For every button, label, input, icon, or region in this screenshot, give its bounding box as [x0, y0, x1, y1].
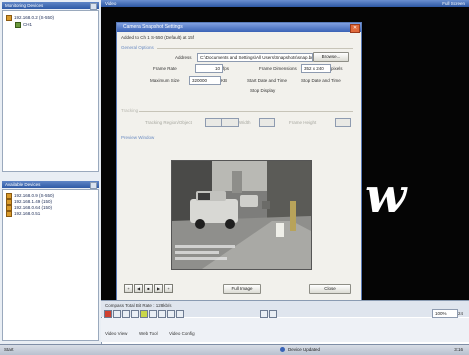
device-icon	[6, 15, 12, 21]
pause-icon[interactable]	[131, 310, 139, 318]
fullscreen-label[interactable]: Full Screen	[442, 0, 465, 7]
speaker-icon[interactable]	[269, 310, 277, 318]
available-pane-title: Available Devices	[2, 181, 99, 189]
list-item-label: 192.168.0.51	[14, 211, 41, 217]
layout-icon[interactable]	[167, 310, 175, 318]
left-panel: Monitoring Devices 192.168.0.2 (S-550) C…	[0, 0, 102, 344]
tree-child-item[interactable]: CH1	[15, 22, 32, 28]
list-item-label: 192.168.1.49 (150)	[14, 199, 53, 205]
close-icon[interactable]	[90, 3, 97, 10]
tab-bar: Video View Web Tool Video Config	[101, 318, 469, 342]
section-divider	[157, 48, 353, 49]
height-label: Frame Height	[289, 120, 317, 125]
max-size-label: Maximum Size	[150, 78, 180, 83]
address-field[interactable]: C:\Documents and Settings\All Users\Snap…	[197, 53, 313, 62]
available-pane-title-text: Available Devices	[5, 182, 41, 187]
play-icon[interactable]	[122, 310, 130, 318]
tab-video-config[interactable]: Video Config	[169, 331, 195, 336]
max-size-unit: KB	[221, 78, 228, 83]
full-image-button[interactable]: Full Image	[223, 284, 261, 294]
snapshot-icon[interactable]	[140, 310, 148, 318]
width-label: Width	[239, 120, 251, 125]
audio-icon[interactable]	[260, 310, 268, 318]
grid-icon[interactable]	[158, 310, 166, 318]
width-field[interactable]	[259, 118, 275, 127]
list-item-label: 192.168.0.64 (150)	[14, 205, 53, 211]
tracking-label: Tracking Region/Object	[145, 120, 192, 125]
settings-icon[interactable]	[176, 310, 184, 318]
start-time-label: Start Date and Time	[247, 78, 288, 83]
dialog-title: Camera Snapshot Settings	[123, 24, 183, 30]
browse-button[interactable]: Browse...	[313, 52, 349, 62]
tracking-dropdown[interactable]	[221, 118, 239, 127]
preview-image	[171, 160, 312, 270]
device-icon	[280, 347, 285, 352]
zoom-select[interactable]: 100%	[432, 309, 458, 318]
tree-root-label: 192.168.0.2 (S-550)	[14, 15, 55, 21]
section-tracking-title: Tracking	[121, 108, 139, 113]
zoom-step: 24	[458, 311, 464, 316]
tab-video-view[interactable]: Video View	[105, 331, 127, 336]
frame-dims-field[interactable]: 352 x 240	[301, 64, 331, 73]
dialog-title-bar: Camera Snapshot Settings	[117, 23, 361, 32]
record-icon[interactable]	[104, 310, 112, 318]
add-button[interactable]: +	[124, 284, 133, 293]
frame-rate-field[interactable]: 10	[195, 64, 223, 73]
list-item-label: 192.168.0.9 (S-550)	[14, 193, 55, 199]
stop-button[interactable]: ■	[144, 284, 153, 293]
height-field[interactable]	[335, 118, 351, 127]
preview-label: Preview Window	[121, 135, 155, 140]
overlay-text: w	[365, 168, 407, 224]
tab-web-tool[interactable]: Web Tool	[139, 331, 158, 336]
step-button[interactable]: +	[164, 284, 173, 293]
frame-dims-label: Frame Dimensions	[259, 66, 297, 71]
tree-root-item[interactable]: 192.168.0.2 (S-550)	[6, 15, 54, 21]
section-divider	[139, 111, 353, 112]
max-size-field[interactable]: 320000	[189, 76, 221, 85]
device-tree: 192.168.0.2 (S-550) CH1	[2, 10, 99, 172]
section-general-title: General Options	[121, 45, 154, 50]
dialog-subtitle: Added to Ch 1 S-550 (Default) at 15f	[121, 35, 195, 40]
zoom-icon[interactable]	[149, 310, 157, 318]
device-list: 192.168.0.9 (S-550) 192.168.1.49 (150) 1…	[2, 189, 99, 341]
frame-dims-unit: pixels	[331, 66, 343, 71]
close-button[interactable]: ✕	[350, 24, 360, 33]
stop-time-label: Stop Date and Time	[301, 78, 341, 83]
camera-icon	[15, 22, 21, 28]
stop-display-label[interactable]: Stop Display	[250, 88, 275, 93]
play-button[interactable]: ▶	[154, 284, 163, 293]
devices-pane-title: Monitoring Devices	[2, 2, 99, 10]
address-label: Address	[175, 55, 192, 60]
video-title-text: Video	[105, 1, 117, 6]
video-title-bar: Video Full Screen	[101, 0, 469, 7]
devices-pane-title-text: Monitoring Devices	[5, 3, 44, 8]
frame-rate-unit: fps	[223, 66, 230, 71]
rewind-button[interactable]: ◀	[134, 284, 143, 293]
list-item[interactable]: 192.168.0.51	[6, 211, 40, 217]
close-dialog-button[interactable]: Close	[309, 284, 351, 294]
device-icon	[6, 211, 12, 217]
street-scene	[172, 161, 311, 269]
tree-child-label: CH1	[23, 22, 33, 28]
status-text: Compass Total Bit Rate : 128kb/s	[105, 303, 172, 308]
close-icon[interactable]	[90, 182, 97, 189]
frame-rate-label: Frame Rate	[153, 66, 177, 71]
stop-icon[interactable]	[113, 310, 121, 318]
taskbar: Start Device Updated 3:16	[0, 344, 469, 355]
